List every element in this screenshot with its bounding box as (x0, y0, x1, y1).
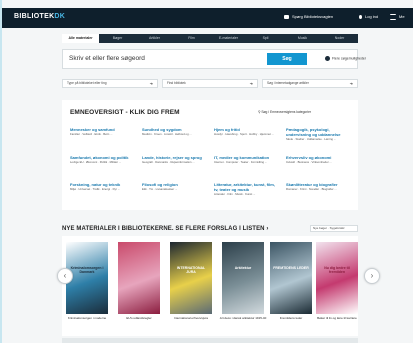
category-arts-culture[interactable]: Litteratur, arkitektur, kunst, film, tv,… (214, 182, 280, 196)
category-subtopics: Husdyr · Havebrug · Sport · Hobby · Hjem… (214, 132, 274, 136)
menu-link[interactable]: Me (390, 14, 405, 20)
tab-games[interactable]: Spil (247, 34, 284, 43)
carousel-prev-button[interactable]: ‹ (57, 268, 73, 284)
chevron-left-icon: ‹ (63, 271, 67, 280)
category-society-politics[interactable]: Samfundet, økonomi og politik Lovlige EU … (70, 155, 136, 164)
menu-icon (390, 14, 396, 20)
book-title[interactable]: EU's udlandsregler (115, 316, 163, 320)
tab-ematerials[interactable]: E-materialer (210, 34, 247, 43)
category-people-society[interactable]: Mennesker og samfund Familier · Velfærd ·… (70, 127, 136, 136)
materials-sort-select[interactable]: Nye bøger · Sygeforsikr (310, 225, 358, 232)
material-tabs: Alle materialer Bøger Artikler Film E-ma… (62, 34, 358, 43)
next-section-strip (62, 338, 358, 343)
ask-librarian-link[interactable]: Spørg Biblioteksvagten (284, 14, 333, 19)
top-bar: BIBLIOTEKDK Spørg Biblioteksvagten Log i… (2, 8, 413, 28)
category-countries-history[interactable]: Lande, historie, rejser og sprog Geografi… (142, 155, 208, 164)
user-icon (359, 14, 362, 19)
book-cover[interactable]: Arkitektur (222, 242, 264, 314)
book-cover[interactable]: Nu dig bedre til fremtiden (316, 242, 358, 314)
category-subtopics: Internet · Computer · Teater · Formidlin… (214, 160, 268, 164)
category-subtopics: Medicin · Kroen · Livsstil · Helbred og … (142, 132, 192, 136)
category-philosophy-religion[interactable]: Filosofi og religion Etik · Tro · Livsans… (142, 182, 208, 191)
overview-categories-label: Søg i Emneoversigtens kategorier (261, 110, 312, 114)
page: BIBLIOTEKDK Spørg Biblioteksvagten Log i… (2, 0, 413, 343)
category-subtopics: Skole · Studier · Uddannelse · Læring ..… (286, 137, 337, 141)
book-cover[interactable]: FREMTIDENS LEDER (270, 242, 312, 314)
filter-select-articles[interactable]: Søg i internetadgange artikler ➜ (262, 79, 358, 88)
book-cover-text: INTERNATIONAL JURA (176, 266, 206, 274)
chevron-right-icon: › (370, 271, 374, 280)
book-title[interactable]: Art deco i dansk arkitektur 1915-40 (219, 316, 267, 320)
category-subtopics: Lovlige EU · Økonomi · Politik · Militær… (70, 160, 122, 164)
options-icon (325, 56, 330, 61)
category-science-nature[interactable]: Forskning, natur og teknik Miljø · Univer… (70, 182, 136, 191)
book-cover-text: Kriminalomsorgen i Danmark (70, 266, 104, 274)
category-business[interactable]: Erhvervsliv og økonomi Industri · Busines… (286, 155, 352, 164)
overview-title: EMNEOVERSIGT - KLIK DIG FREM (70, 109, 180, 116)
logo[interactable]: BIBLIOTEKDK (14, 13, 65, 20)
category-title[interactable]: Litteratur, arkitektur, kunst, film, tv,… (214, 182, 280, 192)
logo-text: BIBLIOTEK (14, 13, 55, 20)
materials-sort-label: Nye bøger · Sygeforsikr (313, 226, 345, 230)
book-cover-text: Arkitektur (234, 266, 252, 270)
category-health[interactable]: Sundhed og sygdom Medicin · Kroen · Livss… (142, 127, 208, 136)
category-it-media[interactable]: IT, medier og kommunikation Internet · Co… (214, 155, 280, 164)
tab-music[interactable]: Musik (284, 34, 321, 43)
menu-label: Me (399, 14, 405, 20)
chevron-down-icon: ➜ (249, 81, 253, 86)
ask-librarian-label: Spørg Biblioteksvagten (292, 14, 334, 19)
category-home-leisure[interactable]: Hjem og fritid Husdyr · Havebrug · Sport … (214, 127, 280, 136)
category-subtopics: Romaner · Krimi · Noveller · Biografier … (286, 187, 337, 191)
book-title[interactable]: Kriminalomsorgen i moderne (63, 316, 111, 320)
category-subtopics: Industri · Business · Virksomheder ... (286, 160, 332, 164)
advanced-search-link[interactable]: Flere søgemuligheder (325, 56, 366, 61)
book-cover-text: Nu dig bedre til fremtiden (324, 266, 350, 274)
book-cover[interactable] (118, 242, 160, 314)
search-bar: Skriv et eller flere søgeord Søg Flere s… (62, 49, 366, 69)
overview-categories-link[interactable]: ⚲ Søg i Emneoversigtens kategorier (258, 110, 311, 114)
login-link[interactable]: Log ind (359, 14, 378, 19)
search-button[interactable]: Søg (267, 53, 307, 65)
filter-select-library[interactable]: Find bibliotek ➜ (162, 79, 258, 88)
filter-library-label: Find bibliotek (167, 81, 186, 85)
filter-articles-label: Søg i internetadgange artikler (267, 81, 309, 85)
filter-type-label: Type på biblioteket eller ting (67, 81, 107, 85)
subject-overview: EMNEOVERSIGT - KLIK DIG FREM ⚲ Søg i Emn… (62, 100, 358, 210)
book-title[interactable]: Bøker til liv og lære til karriere (313, 316, 361, 320)
tab-films[interactable]: Film (173, 34, 210, 43)
book-cover[interactable]: INTERNATIONAL JURA (170, 242, 212, 314)
book-title[interactable]: Fremtidens leder (267, 316, 315, 320)
tab-sheet-music[interactable]: Noder (321, 34, 358, 43)
advanced-search-label: Flere søgemuligheder (332, 56, 367, 61)
filter-select-type[interactable]: Type på biblioteket eller ting ➜ (62, 79, 158, 88)
category-fiction-biographies[interactable]: Skønlitteratur og biografier Romaner · Kr… (286, 182, 352, 191)
materials-carousel: Kriminalomsorgen i Danmark Kriminalomsorg… (62, 236, 358, 336)
tab-articles[interactable]: Artikler (136, 34, 173, 43)
category-subtopics: Etik · Tro · Livsanskuelser ... (142, 187, 178, 191)
tab-all[interactable]: Alle materialer (62, 34, 99, 43)
carousel-next-button[interactable]: › (364, 268, 380, 284)
chat-icon (284, 14, 289, 19)
logo-suffix: DK (54, 13, 66, 20)
login-label: Log ind (365, 14, 379, 19)
category-title[interactable]: Pædagogik, psykologi, undervisning og ud… (286, 127, 352, 137)
category-subtopics: Geografi · Danmarks · Rejseinformation .… (142, 160, 195, 164)
new-materials-title[interactable]: NYE MATERIALER I BIBLIOTEKERNE. SE FLERE… (62, 226, 268, 232)
tab-books[interactable]: Bøger (99, 34, 136, 43)
category-subtopics: Miljø · Universet · Trafik · Energi · Dy… (70, 187, 121, 191)
category-subtopics: Litteratur · Film · Musik · Kunst ... (214, 192, 256, 196)
chevron-down-icon: ➜ (149, 81, 153, 86)
book-cover-text: FREMTIDENS LEDER (273, 266, 309, 270)
book-title[interactable]: International erhvervsjura (167, 316, 215, 320)
category-education[interactable]: Pædagogik, psykologi, undervisning og ud… (286, 127, 352, 141)
category-subtopics: Familier · Velfærd · Etnik · Børn ... (70, 132, 113, 136)
search-input[interactable]: Skriv et eller flere søgeord (69, 55, 145, 62)
chevron-down-icon: ➜ (349, 81, 353, 86)
